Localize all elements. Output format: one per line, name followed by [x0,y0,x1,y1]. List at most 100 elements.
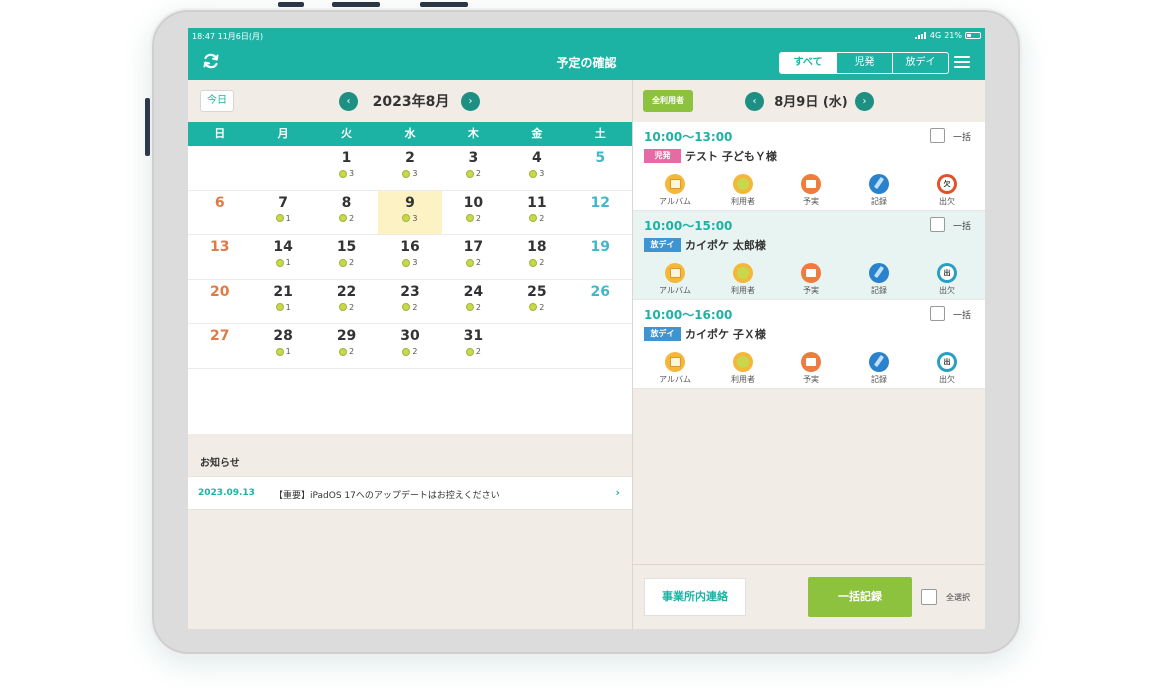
prev-month-button[interactable]: ‹ [339,92,358,111]
calendar-day[interactable]: 22 2 [315,280,378,324]
schedule-item[interactable]: 10:00〜15:00 一括 放デイ カイポケ 太郎様 アルバム 利用者 予実 … [633,211,985,300]
child-face-icon [339,347,347,356]
filter-jihatsu-button[interactable]: 児発 [836,53,892,73]
bulk-checkbox[interactable] [930,306,945,321]
battery-label: 21% [944,31,962,40]
calendar-day[interactable]: 30 2 [378,324,441,368]
calendar-day[interactable]: 17 2 [442,235,505,279]
count-value: 1 [285,213,291,223]
calendar-day[interactable]: 21 1 [251,280,314,324]
calendar-day[interactable]: 13 [315,146,378,190]
calendar-day[interactable]: 27 [188,324,251,368]
calendar-icon [801,352,821,372]
calendar-day[interactable]: 10 2 [442,191,505,235]
today-button[interactable]: 今日 [200,90,234,112]
attendance-button[interactable]: 出出欠 [913,352,981,385]
child-name: カイポケ 太郎様 [685,239,766,252]
calendar-day[interactable]: 25 2 [505,280,568,324]
all-users-button[interactable]: 全利用者 [643,90,693,112]
plan-actual-button[interactable]: 予実 [777,352,845,385]
child-face-icon [465,258,474,267]
select-all-checkbox[interactable] [921,589,937,605]
schedule-item[interactable]: 10:00〜16:00 一括 放デイ カイポケ 子Ｘ様 アルバム 利用者 予実 … [633,300,985,389]
count-value: 2 [349,347,355,356]
calendar-day[interactable]: 18 2 [505,235,568,279]
record-button[interactable]: 記録 [845,174,913,207]
calendar-day[interactable]: 23 [378,146,441,190]
attendance-button[interactable]: 出出欠 [913,263,981,296]
weekday-fri: 金 [531,127,543,140]
record-button[interactable]: 記録 [845,263,913,296]
calendar-day[interactable]: 31 2 [442,324,505,368]
album-button[interactable]: アルバム [641,352,709,385]
calendar-day[interactable]: 28 1 [251,324,314,368]
user-button[interactable]: 利用者 [709,174,777,207]
schedule-item[interactable]: 10:00〜13:00 一括 児発 テスト 子どもＹ様 アルバム 利用者 予実 … [633,122,985,211]
prev-day-button[interactable]: ‹ [745,92,764,111]
action-label: 記録 [871,375,887,384]
child-face-icon [339,258,347,267]
calendar-day[interactable]: 24 2 [442,280,505,324]
day-number: 4 [531,150,542,166]
attendance-glyph: 出 [940,266,954,280]
day-number [188,146,251,168]
day-attendee-count: 2 [315,258,378,267]
bulk-checkbox[interactable] [930,128,945,143]
day-number [569,324,632,346]
user-button[interactable]: 利用者 [709,263,777,296]
calendar-day[interactable]: 16 3 [378,235,441,279]
calendar-day[interactable]: 13 [188,235,251,279]
child-face-icon [402,258,411,267]
calendar-icon [801,263,821,283]
tablet-volume-down [420,2,468,7]
filter-segmented-control: すべて 児発 放デイ [779,52,949,74]
plan-actual-button[interactable]: 予実 [777,263,845,296]
filter-houday-button[interactable]: 放デイ [892,53,948,73]
attendance-button[interactable]: 欠出欠 [913,174,981,207]
record-button[interactable]: 記録 [845,352,913,385]
child-face-icon [465,303,474,311]
bulk-checkbox[interactable] [930,217,945,232]
count-value: 3 [539,169,545,178]
album-icon [665,174,685,194]
bulk-record-button[interactable]: 一括記録 [808,577,912,617]
album-icon [665,352,685,372]
calendar-day[interactable]: 14 1 [251,235,314,279]
calendar-day-selected[interactable]: 93 [378,190,442,234]
calendar-day[interactable]: 20 [188,280,251,324]
day-attendee-count: 3 [378,169,441,178]
calendar-day[interactable]: 5 [569,146,632,190]
day-attendee-count: 2 [505,303,568,312]
calendar-day [251,146,314,190]
hamburger-menu-icon[interactable] [954,56,970,68]
count-value: 2 [475,347,481,356]
filter-all-button[interactable]: すべて [780,53,836,73]
plan-actual-button[interactable]: 予実 [777,174,845,207]
child-face-icon [275,303,284,311]
user-button[interactable]: 利用者 [709,352,777,385]
calendar-day[interactable]: 11 2 [505,191,568,235]
calendar-day[interactable]: 23 2 [378,280,441,324]
calendar-day[interactable]: 15 2 [315,235,378,279]
office-contact-button[interactable]: 事業所内連絡 [644,578,746,616]
calendar-day[interactable]: 26 [569,280,632,324]
calendar-day[interactable]: 32 [442,146,505,190]
calendar-day[interactable]: 12 [569,191,632,235]
day-number: 16 [400,239,420,255]
calendar-day[interactable]: 29 2 [315,324,378,368]
next-month-button[interactable]: › [461,92,480,111]
count-value: 2 [349,302,355,312]
calendar-day[interactable]: 82 [315,191,378,235]
next-day-button[interactable]: › [855,92,874,111]
calendar-day[interactable]: 43 [505,146,568,190]
calendar-day[interactable]: 19 [569,235,632,279]
notice-item[interactable]: 2023.09.13 【重要】iPadOS 17へのアップデートはお控えください… [188,476,632,510]
calendar-day[interactable]: 6 [188,191,251,235]
album-button[interactable]: アルバム [641,263,709,296]
calendar-day[interactable]: 71 [251,191,314,235]
count-value: 2 [349,213,355,223]
bulk-checkbox-label: 一括 [953,311,972,321]
bulk-checkbox-label: 一括 [953,222,972,232]
count-value: 3 [412,169,418,178]
album-button[interactable]: アルバム [641,174,709,207]
